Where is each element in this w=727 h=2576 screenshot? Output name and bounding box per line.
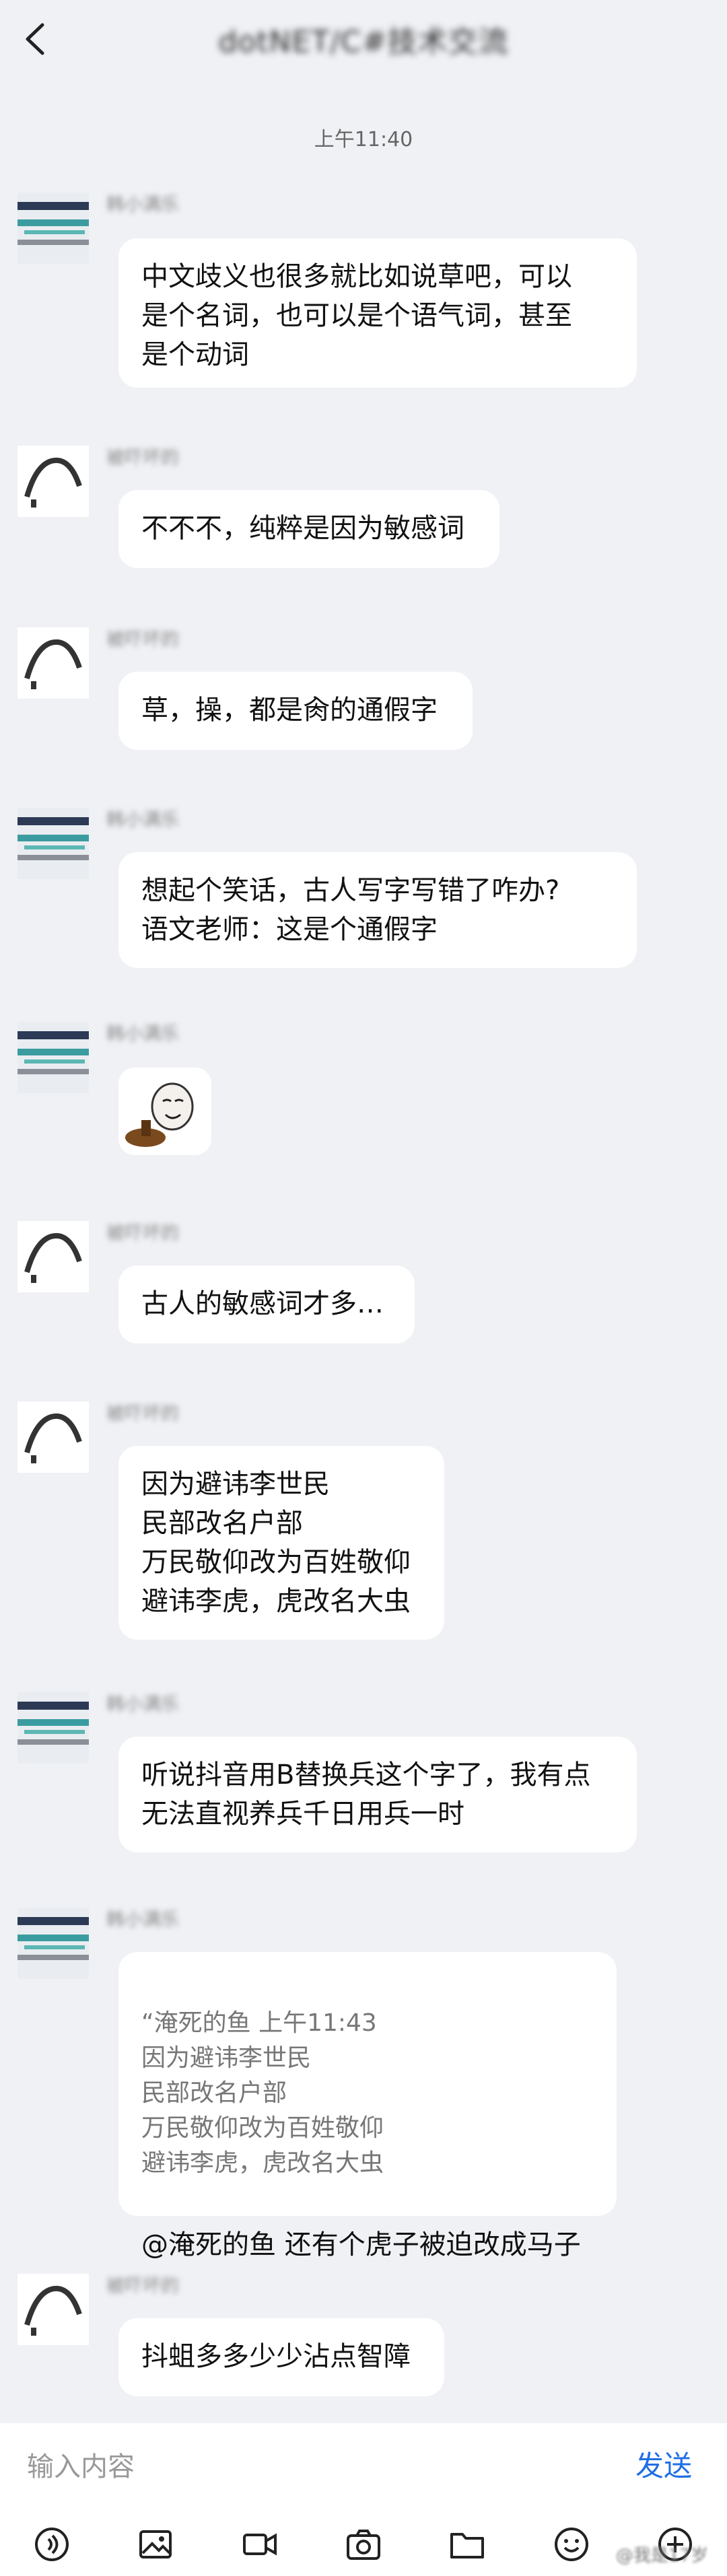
avatar[interactable] bbox=[18, 627, 89, 699]
meme-sticker-icon bbox=[125, 1082, 194, 1147]
avatar[interactable] bbox=[18, 1022, 89, 1093]
emoji-icon[interactable] bbox=[548, 2521, 595, 2568]
voice-icon[interactable] bbox=[28, 2521, 75, 2568]
sender-name: 韩小满乐 bbox=[106, 1024, 179, 1045]
message-bubble[interactable]: 古人的敏感词才多… bbox=[118, 1265, 415, 1344]
avatar[interactable] bbox=[18, 446, 89, 517]
reply-text: @淹死的鱼 还有个虎子被迫改成马子 bbox=[141, 2229, 581, 2260]
avatar[interactable] bbox=[18, 1221, 89, 1292]
back-button[interactable] bbox=[15, 19, 55, 59]
quoted-message: “淹死的鱼 上午11:43 因为避讳李世民 民部改名户部 万民敬仰改为百姓敬仰 … bbox=[141, 2009, 384, 2177]
avatar[interactable] bbox=[18, 193, 89, 264]
avatar[interactable] bbox=[18, 1401, 89, 1473]
message-bubble[interactable]: 抖蛆多多少少沾点智障 bbox=[118, 2318, 444, 2396]
message-bubble[interactable]: 中文歧义也很多就比如说草吧，可以 是个名词，也可以是个语气词，甚至 是个动词 bbox=[118, 238, 637, 388]
watermark: @我是17岁 bbox=[615, 2546, 708, 2566]
avatar[interactable] bbox=[18, 1692, 89, 1764]
message-bubble[interactable]: 不不不，纯粹是因为敏感词 bbox=[118, 490, 499, 568]
sender-name: 被吓坏的 bbox=[106, 1403, 179, 1424]
message-bubble[interactable]: 因为避讳李世民 民部改名户部 万民敬仰改为百姓敬仰 避讳李虎，虎改名大虫 bbox=[118, 1446, 444, 1640]
sender-name: 被吓坏的 bbox=[106, 629, 179, 650]
chevron-left-icon bbox=[26, 23, 44, 55]
folder-icon[interactable] bbox=[444, 2521, 491, 2568]
message-input[interactable]: 输入内容 bbox=[27, 2445, 135, 2484]
message-bubble[interactable]: 想起个笑话，古人写字写错了咋办? 语文老师：这是个通假字 bbox=[118, 852, 637, 968]
sticker-message[interactable] bbox=[118, 1068, 211, 1155]
sender-name: 韩小满乐 bbox=[106, 1694, 179, 1715]
message-bubble[interactable]: 听说抖音用B替换兵这个字了，我有点 无法直视养兵千日用兵一时 bbox=[118, 1737, 637, 1852]
sender-name: 韩小满乐 bbox=[106, 195, 179, 215]
chat-title: dotNET/C#技术交流 bbox=[218, 25, 509, 59]
quoted-reply-bubble[interactable]: “淹死的鱼 上午11:43 因为避讳李世民 民部改名户部 万民敬仰改为百姓敬仰 … bbox=[118, 1952, 617, 2260]
avatar[interactable] bbox=[18, 1908, 89, 1979]
time-divider: 上午11:40 bbox=[314, 128, 413, 151]
message-bubble[interactable]: 草，操，都是肏的通假字 bbox=[118, 672, 473, 750]
send-button[interactable]: 发送 bbox=[635, 2443, 692, 2484]
sender-name: 被吓坏的 bbox=[106, 2276, 179, 2297]
sender-name: 韩小满乐 bbox=[106, 810, 179, 831]
avatar[interactable] bbox=[18, 2274, 89, 2345]
camera-icon[interactable] bbox=[340, 2521, 387, 2568]
sender-name: 韩小满乐 bbox=[106, 1910, 179, 1930]
video-icon[interactable] bbox=[236, 2521, 283, 2568]
input-bar: 输入内容 发送 @我是17岁 bbox=[0, 2423, 727, 2576]
chat-header: dotNET/C#技术交流 bbox=[0, 0, 727, 78]
avatar[interactable] bbox=[18, 808, 89, 879]
image-icon[interactable] bbox=[132, 2521, 179, 2568]
sender-name: 被吓坏的 bbox=[106, 448, 179, 468]
sender-name: 被吓坏的 bbox=[106, 1223, 179, 1244]
